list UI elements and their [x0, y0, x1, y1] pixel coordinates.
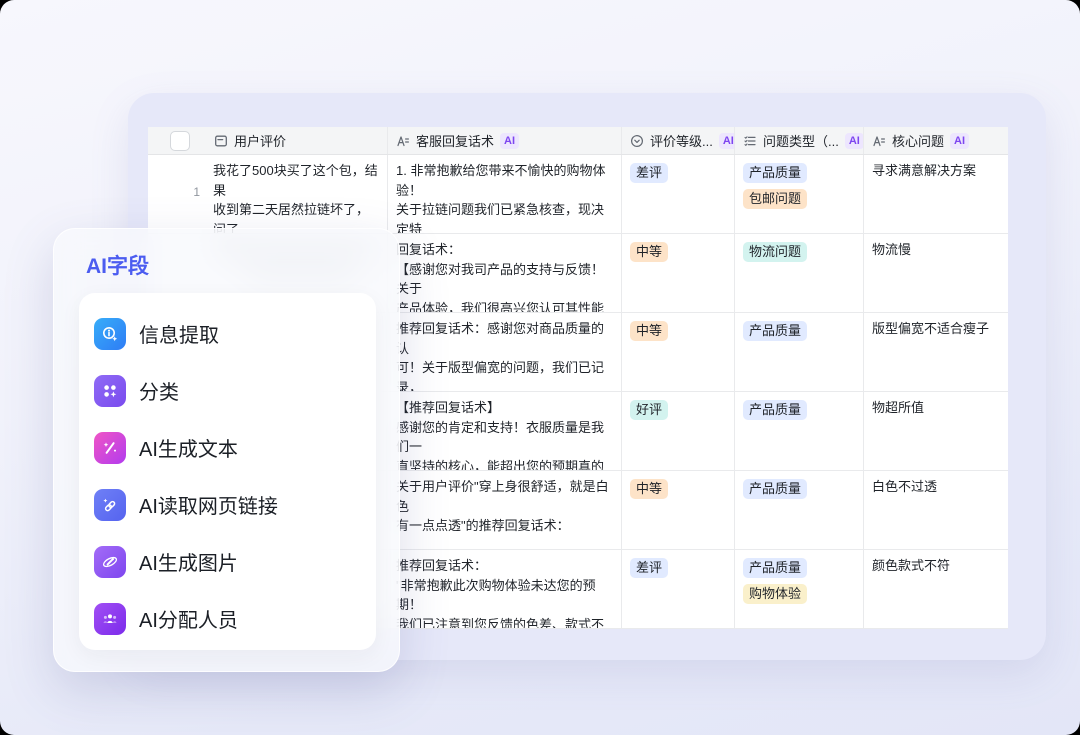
cell-reply-script[interactable]: 1. 非常抱歉给您带来不愉快的购物体验！ 关于拉链问题我们已紧急核查，现决定特 … [388, 155, 622, 233]
option-tag: 差评 [630, 163, 668, 183]
core-issue-text: 颜色款式不符 [872, 556, 1000, 576]
ai-assign-people-icon [94, 603, 126, 635]
cell-core-issue[interactable]: 物超所值 [864, 392, 1008, 470]
column-header-reply-script[interactable]: 客服回复话术 AI [388, 127, 622, 154]
cell-issue-types[interactable]: 产品质量购物体验 [735, 550, 864, 628]
cell-reply-script[interactable]: 推荐回复话术： "非常抱歉此次购物体验未达您的预期！ 我们已注意到您反馈的色差、… [388, 550, 622, 628]
menu-item-classify[interactable]: 分类 [94, 362, 376, 419]
option-tag: 产品质量 [743, 321, 807, 341]
option-tag: 购物体验 [743, 584, 807, 604]
row-number: 1 [148, 185, 200, 199]
cell-grade[interactable]: 差评 [622, 550, 735, 628]
classify-icon [94, 375, 126, 407]
core-issue-text: 版型偏宽不适合瘦子 [872, 319, 1000, 339]
reply-text: 【推荐回复话术】 感谢您的肯定和支持！衣服质量是我们一 直坚持的核心，能超出您的… [396, 398, 613, 470]
select-all-checkbox[interactable] [170, 131, 190, 151]
core-issue-text: 物超所值 [872, 398, 1000, 418]
core-issue-text: 物流慢 [872, 240, 1000, 260]
option-tag: 差评 [630, 558, 668, 578]
reply-text: 推荐回复话术： "非常抱歉此次购物体验未达您的预期！ 我们已注意到您反馈的色差、… [396, 556, 613, 628]
column-header-grade[interactable]: 评价等级... AI [622, 127, 735, 154]
ai-fields-card: 信息提取 分类 AI生成文本 AI读取网页链接 [79, 293, 376, 650]
ai-badge: AI [719, 133, 735, 149]
cell-user-review[interactable]: 1 我花了500块买了这个包，结果 收到第二天居然拉链坏了，问了 客服说不支持包邮… [148, 155, 388, 233]
menu-item-label: 信息提取 [139, 319, 219, 348]
column-label: 核心问题 [892, 131, 944, 150]
option-tag: 产品质量 [743, 163, 807, 183]
option-tag: 产品质量 [743, 558, 807, 578]
ai-fields-panel: AI字段 信息提取 分类 AI生成文本 [53, 228, 400, 672]
core-issue-text: 白色不过透 [872, 477, 1000, 497]
ai-text-field-icon [872, 134, 886, 148]
cell-core-issue[interactable]: 物流慢 [864, 234, 1008, 312]
column-header-issue-type[interactable]: 问题类型（... AI [735, 127, 864, 154]
review-text: 我花了500块买了这个包，结果 收到第二天居然拉链坏了，问了 客服说不支持包邮换… [213, 161, 379, 233]
menu-item-label: AI读取网页链接 [139, 490, 278, 519]
ai-generate-text-icon [94, 432, 126, 464]
column-label: 客服回复话术 [416, 131, 494, 150]
cell-grade[interactable]: 中等 [622, 471, 735, 549]
option-tag: 中等 [630, 321, 668, 341]
cell-reply-script[interactable]: 推荐回复话术：感谢您对商品质量的认 可！关于版型偏宽的问题，我们已记录， 建议瘦… [388, 313, 622, 391]
option-tag: 包邮问题 [743, 189, 807, 209]
ai-generate-image-icon [94, 546, 126, 578]
column-header-core-issue[interactable]: 核心问题 AI [864, 127, 1008, 154]
reply-text: 关于用户评价"穿上身很舒适，就是白色 有一点点透"的推荐回复话术： 【回复模板】… [396, 477, 613, 549]
reply-text: 回复话术： 【感谢您对我司产品的支持与反馈！关于 产品体验，我们很高兴您认可其性… [396, 240, 613, 312]
menu-item-ai-assign-people[interactable]: AI分配人员 [94, 590, 376, 647]
core-issue-text: 寻求满意解决方案 [872, 161, 1000, 181]
option-tag: 产品质量 [743, 400, 807, 420]
cell-reply-script[interactable]: 【推荐回复话术】 感谢您的肯定和支持！衣服质量是我们一 直坚持的核心，能超出您的… [388, 392, 622, 470]
reply-text: 1. 非常抱歉给您带来不愉快的购物体验！ 关于拉链问题我们已紧急核查，现决定特 … [396, 161, 613, 233]
menu-item-info-extract[interactable]: 信息提取 [94, 305, 376, 362]
cell-reply-script[interactable]: 关于用户评价"穿上身很舒适，就是白色 有一点点透"的推荐回复话术： 【回复模板】… [388, 471, 622, 549]
cell-issue-types[interactable]: 产品质量 [735, 471, 864, 549]
option-tag: 物流问题 [743, 242, 807, 262]
cell-issue-types[interactable]: 产品质量 [735, 392, 864, 470]
text-field-icon [214, 134, 228, 148]
ai-badge: AI [500, 133, 519, 149]
single-select-icon [630, 134, 644, 148]
column-label: 问题类型（... [763, 131, 839, 150]
ai-badge: AI [845, 133, 864, 149]
menu-item-label: AI生成图片 [139, 547, 238, 576]
column-label: 用户评价 [234, 131, 286, 150]
cell-reply-script[interactable]: 回复话术： 【感谢您对我司产品的支持与反馈！关于 产品体验，我们很高兴您认可其性… [388, 234, 622, 312]
panel-title: AI字段 [86, 250, 149, 280]
option-tag: 中等 [630, 242, 668, 262]
column-label: 评价等级... [650, 131, 713, 150]
screen: 用户评价 客服回复话术 AI 评价等级... AI [0, 0, 1080, 735]
cell-core-issue[interactable]: 白色不过透 [864, 471, 1008, 549]
cell-issue-types[interactable]: 产品质量包邮问题 [735, 155, 864, 233]
multi-select-icon [743, 134, 757, 148]
ai-badge: AI [950, 133, 969, 149]
option-tag: 好评 [630, 400, 668, 420]
info-extract-icon [94, 318, 126, 350]
cell-core-issue[interactable]: 颜色款式不符 [864, 550, 1008, 628]
option-tag: 中等 [630, 479, 668, 499]
menu-item-label: AI分配人员 [139, 604, 238, 633]
menu-item-ai-read-link[interactable]: AI读取网页链接 [94, 476, 376, 533]
cell-issue-types[interactable]: 产品质量 [735, 313, 864, 391]
menu-item-label: 分类 [139, 376, 179, 405]
cell-core-issue[interactable]: 版型偏宽不适合瘦子 [864, 313, 1008, 391]
menu-item-ai-generate-image[interactable]: AI生成图片 [94, 533, 376, 590]
ai-read-link-icon [94, 489, 126, 521]
column-header-user-review[interactable]: 用户评价 [148, 127, 388, 154]
option-tag: 产品质量 [743, 479, 807, 499]
cell-grade[interactable]: 中等 [622, 234, 735, 312]
cell-grade[interactable]: 差评 [622, 155, 735, 233]
table-header: 用户评价 客服回复话术 AI 评价等级... AI [148, 127, 1008, 155]
cell-grade[interactable]: 中等 [622, 313, 735, 391]
cell-issue-types[interactable]: 物流问题 [735, 234, 864, 312]
ai-text-field-icon [396, 134, 410, 148]
cell-grade[interactable]: 好评 [622, 392, 735, 470]
cell-core-issue[interactable]: 寻求满意解决方案 [864, 155, 1008, 233]
reply-text: 推荐回复话术：感谢您对商品质量的认 可！关于版型偏宽的问题，我们已记录， 建议瘦… [396, 319, 613, 391]
table-row: 1 我花了500块买了这个包，结果 收到第二天居然拉链坏了，问了 客服说不支持包邮… [148, 155, 1008, 234]
menu-item-ai-generate-text[interactable]: AI生成文本 [94, 419, 376, 476]
menu-item-label: AI生成文本 [139, 433, 238, 462]
